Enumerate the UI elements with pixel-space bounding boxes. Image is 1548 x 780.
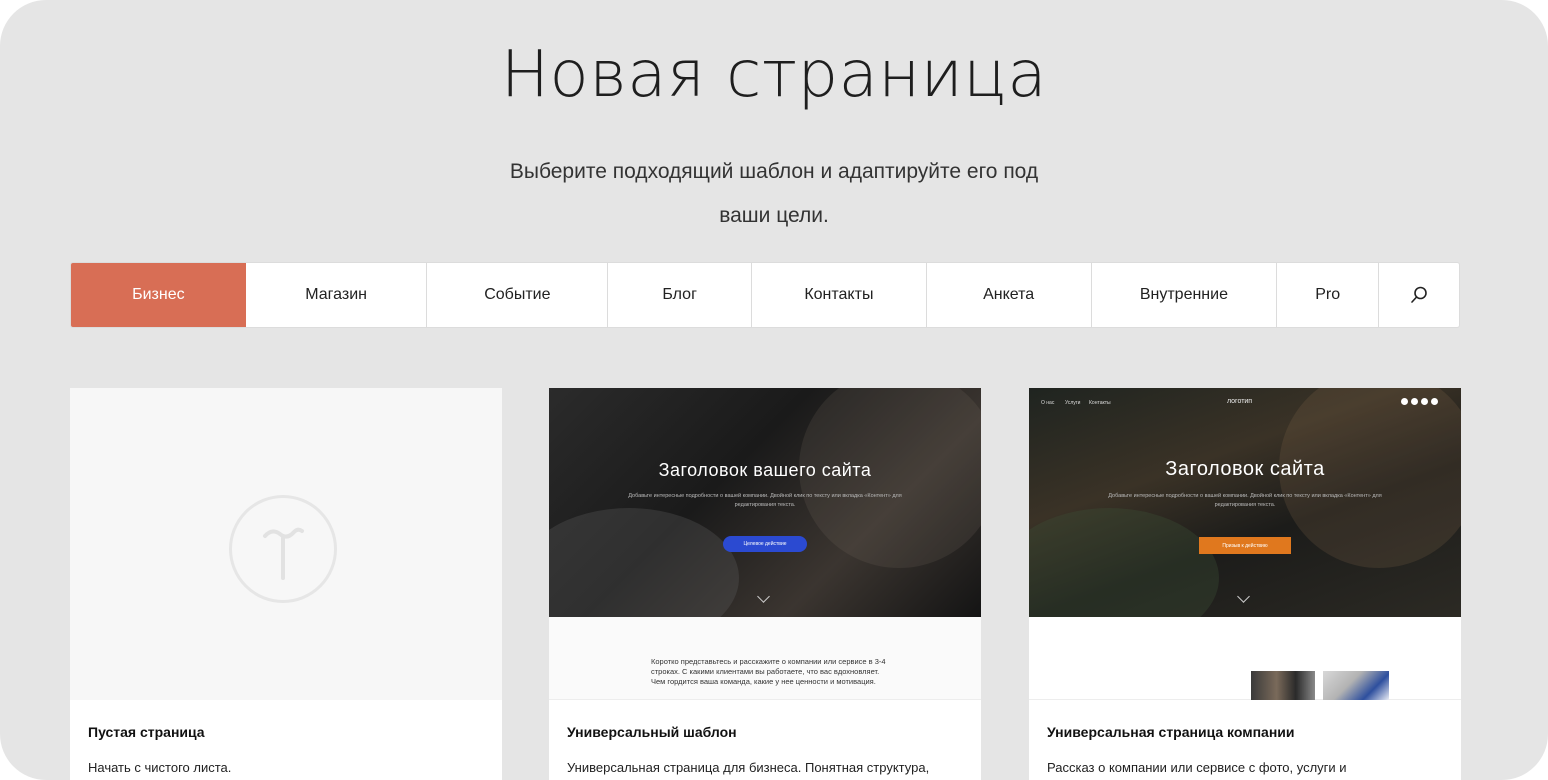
preview-hero-text: Добавьте интересные подробности о вашей … <box>628 493 902 508</box>
preview-nav-item: Контакты <box>1089 400 1111 406</box>
preview-body: Коротко представьтесь и расскажите о ком… <box>549 617 981 700</box>
tab-internal[interactable]: Внутренние <box>1092 263 1278 327</box>
card-title: Универсальный шаблон <box>567 724 737 740</box>
preview-body <box>1029 617 1461 703</box>
preview-nav-item: Услуги <box>1065 400 1081 406</box>
card-title: Пустая страница <box>88 724 205 740</box>
social-icon <box>1421 398 1428 405</box>
template-card-universal[interactable]: Заголовок вашего сайта Добавьте интересн… <box>549 388 981 780</box>
tab-event[interactable]: Событие <box>427 263 609 327</box>
preview-photo <box>1251 671 1315 703</box>
hero-background-shape <box>549 508 739 617</box>
chevron-down-icon <box>757 590 770 603</box>
preview-hero-title: Заголовок вашего сайта <box>658 460 872 480</box>
preview-logo-text: логотип <box>1227 398 1253 405</box>
subtitle-line-2: ваши цели. <box>719 204 829 227</box>
tab-business[interactable]: Бизнес <box>71 263 246 327</box>
card-title: Универсальная страница компании <box>1047 724 1295 740</box>
preview-hero: Заголовок вашего сайта Добавьте интересн… <box>549 388 981 617</box>
universal-preview: Заголовок вашего сайта Добавьте интересн… <box>549 388 981 700</box>
category-tabs: Бизнес Магазин Событие Блог Контакты Анк… <box>70 262 1460 328</box>
tab-pro[interactable]: Pro <box>1277 263 1380 327</box>
preview-hero-text: Добавьте интересные подробности о вашей … <box>1108 493 1382 508</box>
preview-hero-title: Заголовок сайта <box>1165 458 1325 480</box>
social-icon <box>1401 398 1408 405</box>
card-info: Пустая страница Начать с чистого листа. <box>70 700 502 780</box>
card-description: Универсальная страница для бизнеса. Поня… <box>567 760 930 775</box>
template-card-blank[interactable]: Пустая страница Начать с чистого листа. <box>70 388 502 780</box>
tab-contacts[interactable]: Контакты <box>752 263 927 327</box>
company-preview: О нас Услуги Контакты логотип Заголовок … <box>1029 388 1461 703</box>
card-info: Универсальная страница компании Рассказ … <box>1029 700 1461 780</box>
blank-preview <box>70 388 502 700</box>
tab-shop[interactable]: Магазин <box>246 263 428 327</box>
search-button[interactable] <box>1379 263 1459 327</box>
preview-cta-button: Призыв к действию <box>1199 537 1291 554</box>
social-icon <box>1411 398 1418 405</box>
template-card-company[interactable]: О нас Услуги Контакты логотип Заголовок … <box>1029 388 1461 780</box>
search-icon <box>1411 286 1427 303</box>
tab-form[interactable]: Анкета <box>927 263 1092 327</box>
page-title: Новая страница <box>500 38 1048 112</box>
preview-hero: О нас Услуги Контакты логотип Заголовок … <box>1029 388 1461 617</box>
card-info: Универсальный шаблон Универсальная стран… <box>549 700 981 780</box>
card-description: Рассказ о компании или сервисе с фото, у… <box>1047 760 1347 775</box>
tab-blog[interactable]: Блог <box>608 263 753 327</box>
hero-background-shape <box>1029 508 1219 617</box>
preview-photo <box>1323 671 1389 703</box>
preview-body-text: Коротко представьтесь и расскажите о ком… <box>651 657 886 686</box>
template-picker: Новая страница Выберите подходящий шабло… <box>0 0 1548 780</box>
tilda-logo-icon <box>229 495 337 603</box>
page-subtitle: Выберите подходящий шаблон и адаптируйте… <box>424 150 1124 238</box>
subtitle-line-1: Выберите подходящий шаблон и адаптируйте… <box>509 160 1039 183</box>
preview-nav-item: О нас <box>1041 400 1055 406</box>
preview-cta-button: Целевое действие <box>723 536 807 552</box>
card-description: Начать с чистого листа. <box>88 760 232 775</box>
social-icon <box>1431 398 1438 405</box>
chevron-down-icon <box>1237 590 1250 603</box>
